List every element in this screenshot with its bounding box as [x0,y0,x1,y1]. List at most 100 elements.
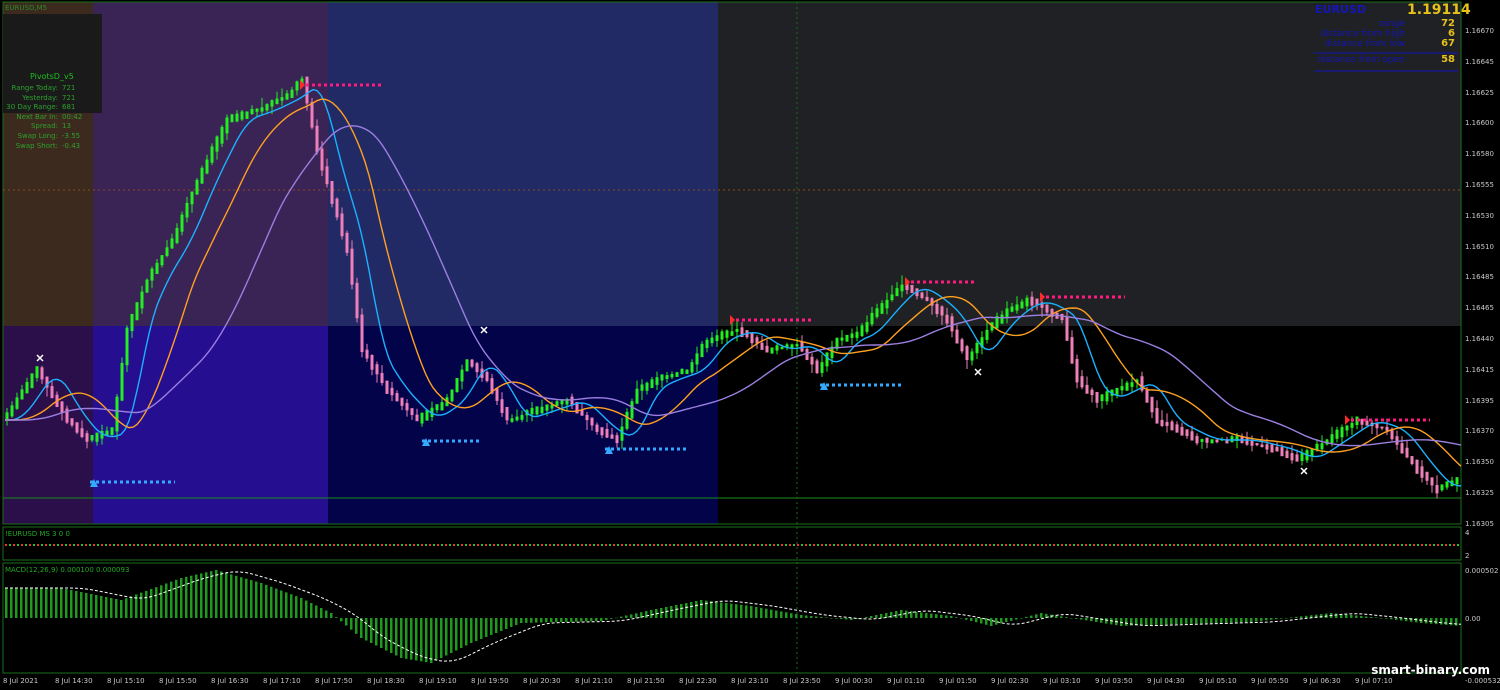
macd-bar [265,584,268,618]
macd-bar [700,600,703,618]
macd-bar [980,618,983,624]
macd-bar [10,588,13,618]
macd-bar [755,606,758,618]
macd-bar [150,589,153,618]
macd-bar [505,618,508,629]
candle-body [1130,382,1134,387]
price-chart[interactable] [0,0,1500,690]
macd-bar [595,618,598,622]
macd-bar [410,618,413,660]
macd-bar [205,572,208,618]
macd-bar [1180,618,1183,624]
macd-bar [365,618,368,641]
candle-body [385,380,389,394]
time-axis-label: 9 Jul 06:30 [1303,677,1341,685]
candle-body [1180,426,1184,436]
macd-bar [250,580,253,618]
candle-body [25,382,29,394]
macd-bar [990,618,993,626]
candle-body [885,299,889,309]
time-axis-label: 9 Jul 07:10 [1355,677,1393,685]
candle-body [925,296,929,301]
macd-bar [1225,618,1228,623]
macd-bar [1150,618,1153,625]
candle-body [1085,384,1089,394]
candle-body [150,268,154,281]
time-axis-label: 8 Jul 15:50 [159,677,197,685]
macd-bar [905,610,908,618]
candle-body [145,279,149,293]
macd-bar [675,605,678,618]
macd-bar [425,618,428,663]
time-axis-label: 9 Jul 02:30 [991,677,1029,685]
candle-body [535,406,539,415]
macd-bar [45,588,48,618]
candle-body [605,428,609,438]
macd-bar [175,579,178,618]
candle-body [705,339,709,348]
macd-bar [90,594,93,618]
macd-bar [680,604,683,618]
macd-bar [1085,618,1088,621]
candle-body [455,378,459,393]
candle-body [170,238,174,249]
macd-bar [585,618,588,622]
candle-body [50,386,54,399]
candle-body [1025,297,1029,307]
candle-body [155,262,159,274]
macd-bar [260,583,263,618]
macd-bar [825,617,828,618]
macd-bar [1245,618,1248,623]
macd-bar [95,595,98,618]
candle-body [130,313,134,332]
macd-bar [820,617,823,618]
macd-bar [1395,618,1398,620]
macd-bar [1040,613,1043,618]
price-axis-label: 1.16600 [1465,119,1494,128]
candle-body [695,353,699,365]
candle-body [435,404,439,411]
macd-bar [650,610,653,618]
macd-bar [835,618,838,619]
candle-body [765,345,769,353]
candle-body [350,248,354,285]
candle-body [545,404,549,411]
candle-body [400,397,404,406]
macd-bar [1125,618,1128,626]
candle-body [290,89,294,98]
macd-bar [875,615,878,618]
session-zone-london [93,2,328,326]
macd-bar [315,605,318,618]
candle-body [1415,459,1419,474]
macd-bar [510,618,513,627]
macd-bar [165,583,168,618]
macd-bar [575,618,578,622]
candle-body [1340,427,1344,438]
time-axis-label: 8 Jul 15:10 [107,677,145,685]
macd-bar [1190,618,1193,624]
candle-body [125,327,129,366]
pivots-row-value: 721 [62,93,76,102]
candle-body [780,347,784,350]
macd-bar [470,618,473,643]
candle-body [615,435,619,444]
candle-body [1000,314,1004,324]
macd-bar [325,610,328,618]
macd-bar [600,618,603,621]
macd-bar [580,618,583,622]
macd-bar [370,618,373,643]
macd-bar [1290,617,1293,618]
macd-bar [465,618,468,646]
session-zone-ny [328,2,718,326]
watermark: smart-binary.com [1371,663,1490,677]
candle-body [1285,450,1289,459]
candle-body [970,351,974,361]
macd-bar [1240,618,1243,623]
candle-body [920,292,924,299]
macd-bar [620,616,623,618]
macd-bar [1255,618,1258,622]
macd-bar [800,615,803,618]
macd-bar [500,618,503,631]
macd-bar [795,614,798,618]
candle-body [715,335,719,341]
